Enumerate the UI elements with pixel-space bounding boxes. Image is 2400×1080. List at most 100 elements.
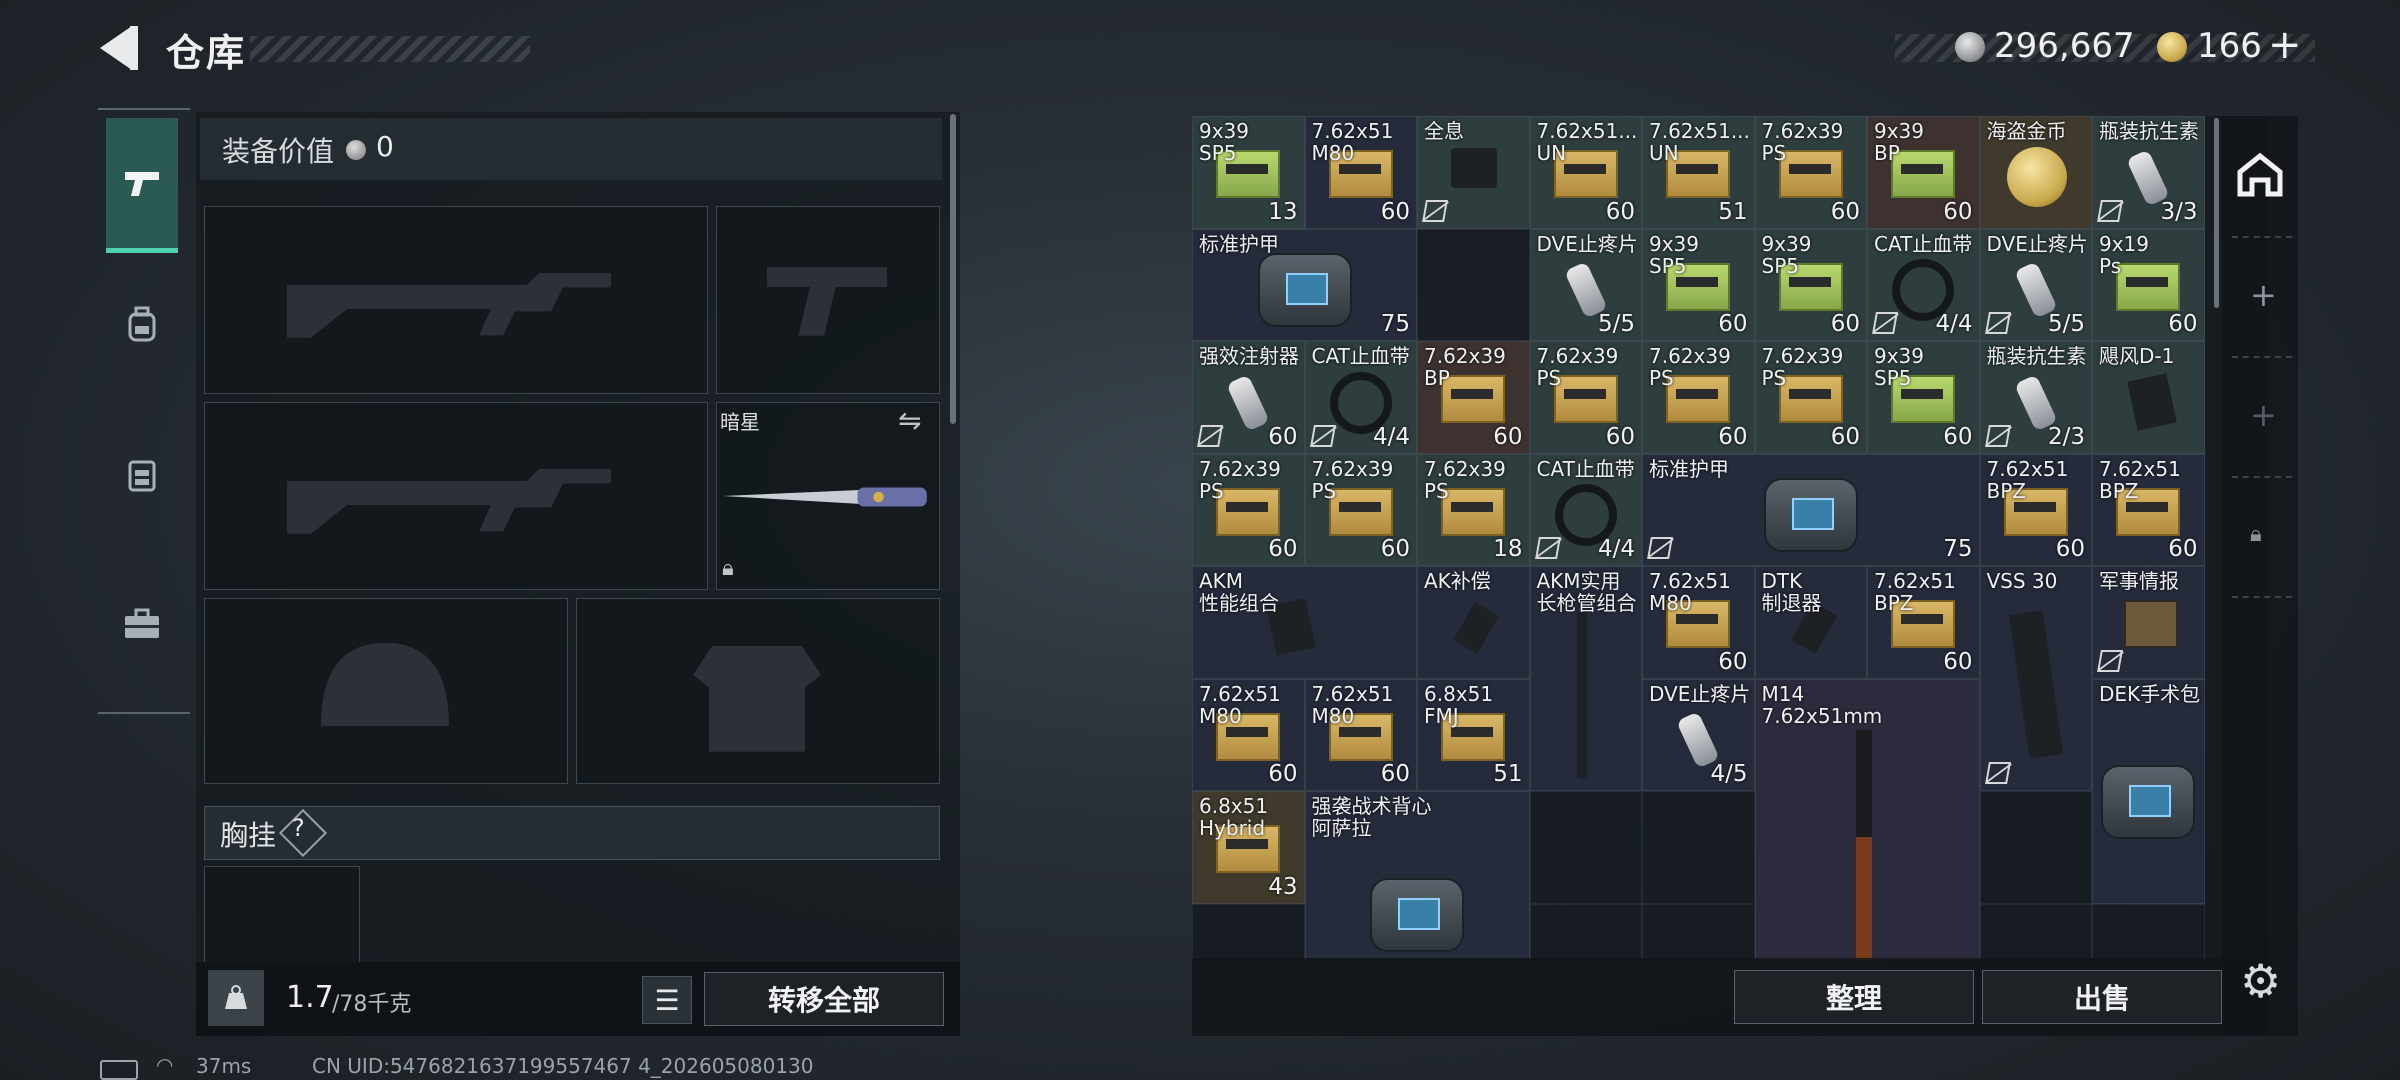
add-container-button-disabled[interactable]: + (2250, 396, 2277, 434)
inventory-item[interactable]: 9x39 SP5 13 (1192, 116, 1305, 229)
inventory-item[interactable]: 7.62x51... UN 51 (1642, 116, 1755, 229)
inventory-item[interactable]: DTK 制退器 (1754, 566, 1867, 679)
empty-slot[interactable] (2092, 903, 2205, 960)
item-count: 60 (1943, 423, 1973, 450)
item-name: 7.62x51 BPZ (1986, 456, 2069, 503)
backpack-icon (128, 306, 156, 342)
empty-slot[interactable] (1417, 228, 1530, 341)
inventory-item[interactable]: 标准护甲 75 (1642, 453, 1980, 566)
inventory-item[interactable]: 6.8x51 FMJ 51 (1417, 678, 1530, 791)
item-name: 6.8x51 FMJ (1424, 681, 1494, 728)
empty-slot[interactable] (1529, 903, 1642, 960)
item-name: 9x19 Ps (2099, 231, 2150, 278)
page-title: 仓库 (166, 31, 247, 75)
inventory-item[interactable]: 7.62x51 M80 60 (1192, 678, 1305, 791)
item-name: 标准护甲 (1649, 456, 1729, 481)
inventory-item[interactable]: 7.62x39 PS 60 (1529, 341, 1642, 454)
chest-rig-slot[interactable] (204, 866, 360, 964)
inventory-item[interactable]: 7.62x51 M80 60 (1304, 678, 1417, 791)
inventory-item[interactable]: 强效注射器 60 (1192, 341, 1305, 454)
empty-slot[interactable] (1192, 903, 1305, 960)
inventory-item[interactable]: CAT止血带 4/4 (1304, 341, 1417, 454)
inventory-item[interactable]: CAT止血带 4/4 (1867, 228, 1980, 341)
item-name: 7.62x39 PS (1761, 119, 1844, 165)
item-count: 4/4 (1597, 536, 1635, 562)
equipment-scrollbar[interactable] (950, 114, 956, 424)
primary-weapon-slot[interactable] (204, 206, 708, 394)
inventory-item[interactable]: 7.62x51 M80 60 (1304, 116, 1417, 229)
item-count: 60 (1943, 648, 1973, 675)
empty-slot[interactable] (1979, 903, 2092, 960)
inventory-item[interactable]: DVE止疼片 4/5 (1642, 678, 1755, 791)
item-name: 瓶装抗生素 (1986, 344, 2087, 368)
inventory-item[interactable]: 7.62x39 BP 60 (1417, 341, 1530, 454)
list-view-button[interactable]: ☰ (642, 976, 692, 1024)
inventory-item[interactable]: 9x39 SP5 60 (1867, 341, 1980, 454)
tab-vest[interactable] (106, 410, 178, 540)
inventory-item[interactable]: AKM实用 长枪管组合 (1529, 566, 1642, 791)
helmet-slot[interactable] (204, 598, 568, 784)
inventory-scrollbar[interactable] (2214, 118, 2219, 308)
sort-button[interactable]: 整理 (1734, 970, 1974, 1024)
swap-icon[interactable]: ⇋ (898, 404, 921, 437)
inventory-item[interactable]: 7.62x39 PS 18 (1417, 453, 1530, 566)
item-name: 9x39 SP5 (1761, 231, 1812, 278)
inventory-item[interactable]: M14 7.62x51mm (1754, 678, 1980, 960)
tab-case[interactable] (106, 560, 178, 690)
inventory-item[interactable]: 9x19 Ps 60 (2092, 228, 2205, 341)
empty-slot[interactable] (1529, 791, 1642, 904)
inventory-item[interactable]: 飓风D-1 (2092, 341, 2205, 454)
inventory-item[interactable]: 7.62x51... UN 60 (1529, 116, 1642, 229)
inventory-item[interactable]: DVE止疼片 5/5 (1979, 228, 2092, 341)
inventory-item[interactable]: 7.62x39 PS 60 (1192, 453, 1305, 566)
no-insurance-icon (2097, 649, 2123, 672)
empty-slot[interactable] (1642, 791, 1755, 904)
inventory-item[interactable]: 瓶装抗生素 2/3 (1979, 341, 2092, 454)
inventory-item[interactable]: AK补偿 (1417, 566, 1530, 679)
no-insurance-icon (1422, 199, 1448, 222)
inventory-item[interactable]: 9x39 BP 60 (1867, 116, 1980, 229)
inventory-item[interactable]: 7.62x51 BPZ 60 (1867, 566, 1980, 679)
inventory-item[interactable]: VSS 30 (1979, 566, 2092, 791)
inventory-item[interactable]: 瓶装抗生素 3/3 (2092, 116, 2205, 229)
inventory-item[interactable]: 强袭战术背心 阿萨拉 (1304, 791, 1530, 960)
item-count: 4/4 (1935, 311, 1973, 337)
inventory-item[interactable]: 9x39 SP5 60 (1754, 228, 1867, 341)
inventory-item[interactable]: DEK手术包 (2092, 678, 2205, 904)
inventory-item[interactable]: 标准护甲 75 (1192, 228, 1417, 341)
armor-slot[interactable] (576, 598, 940, 784)
add-container-button[interactable]: + (2250, 276, 2277, 314)
inventory-item[interactable]: CAT止血带 4/4 (1529, 453, 1642, 566)
transfer-all-button[interactable]: 转移全部 (704, 972, 944, 1026)
inventory-item[interactable]: AKM 性能组合 (1192, 566, 1417, 679)
empty-slot[interactable] (1979, 791, 2092, 904)
warehouse-icon[interactable] (2234, 148, 2286, 200)
inventory-item[interactable]: 海盗金币 (1979, 116, 2092, 229)
inventory-item[interactable]: 7.62x51 BPZ 60 (2092, 453, 2205, 566)
inventory-item[interactable]: DVE止疼片 5/5 (1529, 228, 1642, 341)
inventory-item[interactable]: 7.62x51 BPZ 60 (1979, 453, 2092, 566)
back-arrow-icon[interactable] (96, 22, 142, 74)
pistol-slot[interactable] (716, 206, 940, 394)
tab-backpack[interactable] (106, 260, 178, 390)
add-gold-button[interactable]: + (2268, 22, 2302, 68)
inventory-item[interactable]: 7.62x39 PS 60 (1642, 341, 1755, 454)
inventory-item[interactable]: 全息 (1417, 116, 1530, 229)
empty-slot[interactable] (1642, 903, 1755, 960)
pistol-silhouette-icon (767, 267, 887, 336)
rail-divider (2232, 596, 2292, 600)
inventory-item[interactable]: 7.62x39 PS 60 (1754, 341, 1867, 454)
item-name: 标准护甲 (1199, 231, 1279, 256)
secondary-weapon-slot[interactable] (204, 402, 708, 590)
item-name: DEK手术包 (2099, 681, 2201, 706)
inventory-item[interactable]: 7.62x39 PS 60 (1304, 453, 1417, 566)
inventory-item[interactable]: 9x39 SP5 60 (1642, 228, 1755, 341)
inventory-item[interactable]: 7.62x51 M80 60 (1642, 566, 1755, 679)
sell-button[interactable]: 出售 (1982, 970, 2222, 1024)
tab-weapons[interactable] (106, 118, 178, 253)
inventory-item[interactable]: 7.62x39 PS 60 (1754, 116, 1867, 229)
item-name: CAT止血带 (1311, 344, 1410, 368)
inventory-item[interactable]: 军事情报 (2092, 566, 2205, 679)
gear-icon[interactable]: ⚙ (2240, 954, 2281, 1008)
inventory-item[interactable]: 6.8x51 Hybrid 43 (1192, 791, 1305, 904)
